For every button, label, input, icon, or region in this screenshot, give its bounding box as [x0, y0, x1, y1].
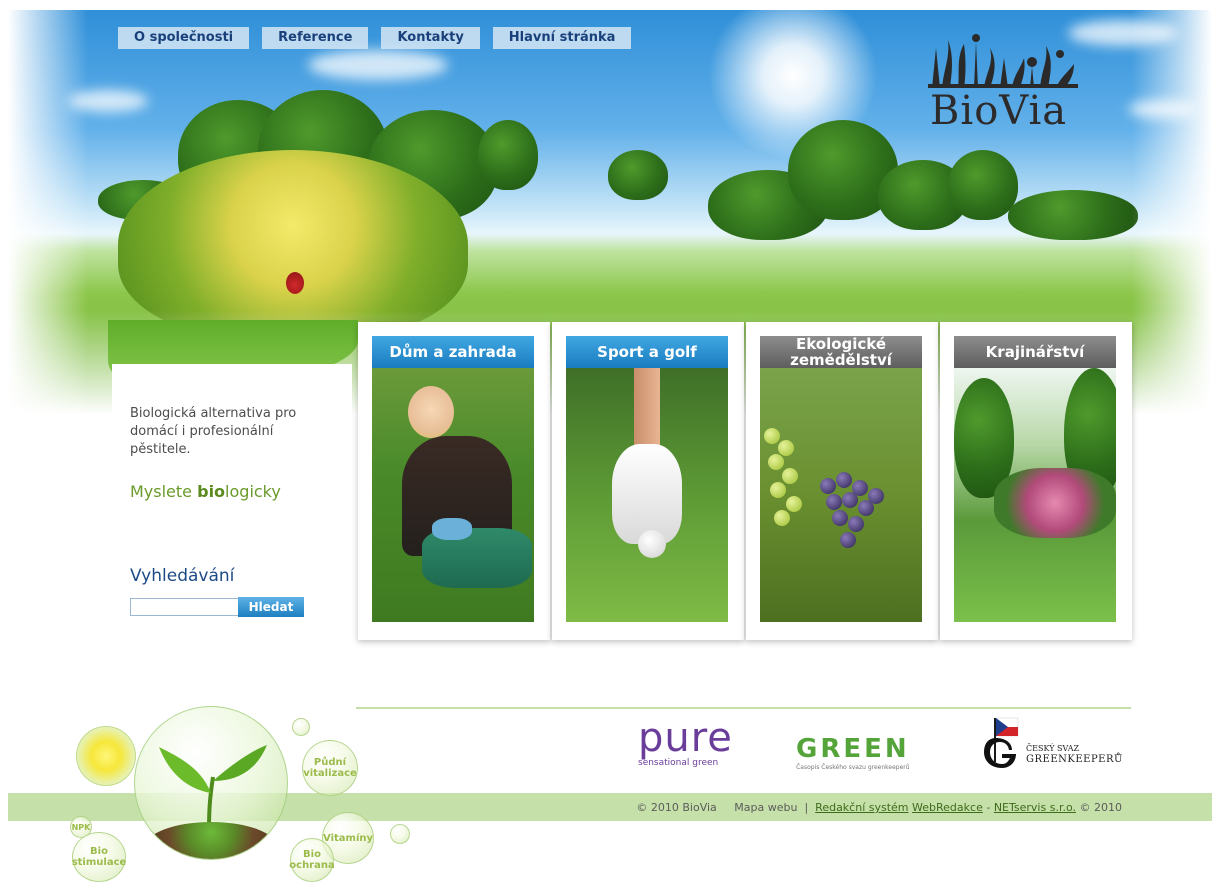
photo-detail: [774, 510, 790, 526]
footer-copyright: © 2010 BioVia: [636, 801, 717, 814]
tree: [1008, 190, 1138, 240]
photo-detail: [770, 482, 786, 498]
search-heading: Vyhledávání: [130, 566, 235, 586]
pure-wordmark: pure: [638, 715, 733, 761]
footer-text: © 2010 BioVia Mapa webu | Redakční systé…: [636, 801, 1122, 814]
cloud: [308, 50, 448, 80]
grapes-photo[interactable]: [760, 368, 922, 622]
photo-detail: [432, 518, 472, 540]
footer-divider: [356, 707, 1131, 709]
photo-detail: [858, 500, 874, 516]
search-input[interactable]: [130, 598, 240, 616]
photo-detail: [612, 444, 682, 544]
small-bubble: [390, 824, 410, 844]
photo-detail: [768, 454, 784, 470]
partner-logo-green[interactable]: GREEN Časopis Českého svazu greenkeeperů: [796, 734, 910, 771]
gardening-woman-photo[interactable]: [372, 368, 534, 622]
landscape-garden-photo[interactable]: [954, 368, 1116, 622]
sun-bubble-icon: [76, 726, 136, 786]
category-card-krajinarstvi[interactable]: Krajinářství: [940, 322, 1132, 640]
category-title[interactable]: Ekologické zemědělství: [760, 336, 922, 368]
photo-detail: [842, 492, 858, 508]
csg-flag-icon: [984, 717, 1019, 768]
photo-detail: [826, 494, 842, 510]
photo-detail: [832, 510, 848, 526]
search-button[interactable]: Hledat: [238, 597, 304, 617]
photo-detail: [840, 532, 856, 548]
nav-link-hlavni-stranka[interactable]: Hlavní stránka: [492, 27, 632, 49]
slogan-part: logicky: [225, 482, 281, 501]
logo-wordmark: BioVia: [930, 88, 1068, 134]
green-wordmark: GREEN: [796, 734, 910, 764]
partner-logo-csg[interactable]: ČESKÝ SVAZ GREENKEEPERŮ: [982, 716, 1122, 772]
nav-link-kontakty[interactable]: Kontakty: [381, 27, 480, 49]
photo-detail: [782, 468, 798, 484]
photo-detail: [848, 516, 864, 532]
photo-detail: [786, 496, 802, 512]
photo-detail: [778, 440, 794, 456]
nav-link-reference[interactable]: Reference: [262, 27, 369, 49]
footer-vendor-year: © 2010: [1079, 801, 1123, 814]
category-title[interactable]: Krajinářství: [954, 336, 1116, 368]
csg-text-line1: ČESKÝ SVAZ: [1026, 744, 1080, 753]
photo-detail: [820, 478, 836, 494]
tree: [608, 150, 668, 200]
footer-webredakce-link[interactable]: WebRedakce: [912, 801, 983, 814]
nav-link-o-spolecnosti[interactable]: O společnosti: [118, 27, 250, 49]
logo-plants-icon: [928, 34, 1078, 88]
tagline-text: Biologická alternativa pro domácí i prof…: [130, 406, 297, 457]
ladybug: [286, 272, 304, 294]
photo-detail: [994, 468, 1116, 538]
tree: [948, 150, 1018, 220]
small-bubble: [292, 718, 310, 736]
category-title[interactable]: Sport a golf: [566, 336, 728, 368]
footer-sitemap-link[interactable]: Mapa webu: [734, 801, 797, 814]
sprout-bubble: [134, 706, 288, 860]
category-card-dum-a-zahrada[interactable]: Dům a zahrada: [358, 322, 550, 640]
footer-separator: |: [804, 801, 809, 814]
slogan-bold: bio: [197, 482, 226, 501]
slogan-text: Myslete biologicky: [130, 482, 281, 501]
photo-detail: [764, 428, 780, 444]
category-card-sport-a-golf[interactable]: Sport a golf: [552, 322, 744, 640]
green-tagline: Časopis Českého svazu greenkeeperů: [796, 764, 910, 771]
photo-detail: [408, 386, 454, 438]
bubble-pudni-vitalizace: Půdní vitalizace: [302, 740, 358, 796]
tree: [478, 120, 538, 190]
footer-cms-link[interactable]: Redakční systém: [815, 801, 908, 814]
category-card-ekologicke-zemedelstvi[interactable]: Ekologické zemědělství: [746, 322, 938, 640]
footer-dash: -: [986, 801, 991, 814]
category-cards: Dům a zahrada Sport a golf Ekologické ze…: [358, 322, 1132, 640]
photo-detail: [638, 530, 666, 558]
bubble-bio-ochrana: Bio ochrana: [289, 838, 335, 882]
main-navigation: O společnosti Reference Kontakty Hlavní …: [118, 27, 632, 49]
slogan-part: Myslete: [130, 482, 198, 501]
category-title[interactable]: Dům a zahrada: [372, 336, 534, 368]
biovia-logo[interactable]: BioVia: [928, 28, 1088, 138]
partner-logo-pure[interactable]: pure sensational green: [638, 718, 733, 768]
photo-detail: [836, 472, 852, 488]
csg-text-line2: GREENKEEPERŮ: [1026, 754, 1123, 765]
golf-glove-photo[interactable]: [566, 368, 728, 622]
bubble-bio-stimulace: Bio stimulace: [72, 832, 126, 882]
footer-netservis-link[interactable]: NETservis s.r.o.: [994, 801, 1076, 814]
